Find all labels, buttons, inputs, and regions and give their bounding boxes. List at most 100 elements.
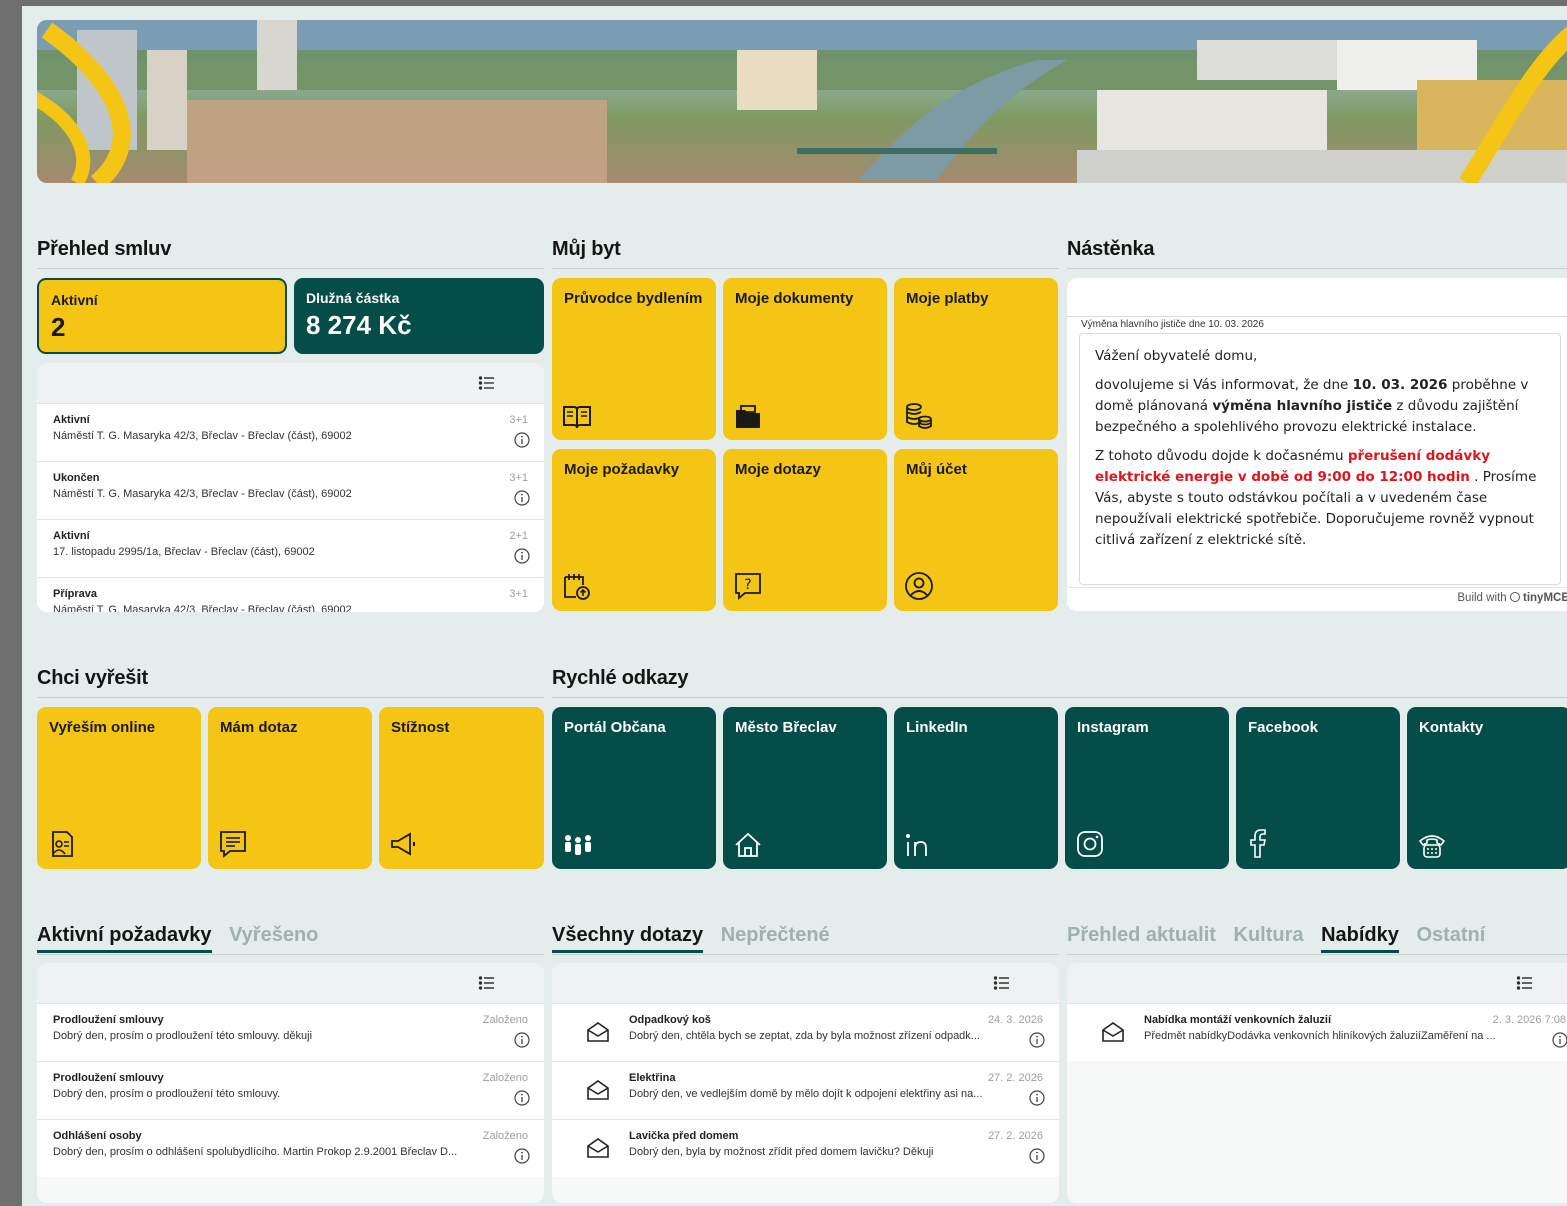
tile-ask-question[interactable]: Mám dotaz bbox=[208, 707, 372, 869]
request-row[interactable]: Prodloužení smlouvy Dobrý den, prosím o … bbox=[37, 1061, 544, 1119]
megaphone-icon bbox=[389, 829, 419, 859]
envelope-open-icon bbox=[586, 1137, 610, 1164]
news-list: Nabídka montáží venkovních žaluzií Předm… bbox=[1067, 963, 1567, 1203]
tile-housing-guide[interactable]: Průvodce bydlením bbox=[552, 278, 716, 440]
question-row[interactable]: Elektřina Dobrý den, ve vedlejším domě b… bbox=[552, 1061, 1059, 1119]
tile-complaint[interactable]: Stížnost bbox=[379, 707, 544, 869]
tab-news-overview[interactable]: Přehled aktualit bbox=[1067, 924, 1216, 946]
tab-offers[interactable]: Nabídky bbox=[1321, 924, 1399, 953]
questions-tabs: Všechny dotazy Nepřečtené bbox=[552, 924, 842, 953]
contract-status: Příprava bbox=[53, 588, 98, 600]
tab-culture[interactable]: Kultura bbox=[1234, 924, 1304, 946]
my-flat-title: Můj byt bbox=[552, 238, 621, 260]
solve-title: Chci vyřešit bbox=[37, 667, 148, 689]
request-title: Prodloužení smlouvy bbox=[53, 1014, 164, 1026]
request-text: Dobrý den, prosím o prodloužení této sml… bbox=[53, 1088, 281, 1100]
notice-board: Výměna hlavního jističe dne 10. 03. 2026… bbox=[1067, 278, 1567, 611]
request-status: Založeno bbox=[482, 1130, 528, 1142]
questions-list: Odpadkový koš Dobrý den, chtěla bych se … bbox=[552, 963, 1059, 1203]
envelope-open-icon bbox=[586, 1079, 610, 1106]
contract-row[interactable]: Ukončen Náměstí T. G. Masaryka 42/3, Bře… bbox=[37, 461, 544, 519]
tile-facebook[interactable]: Facebook bbox=[1236, 707, 1400, 869]
news-title: Nabídka montáží venkovních žaluzií bbox=[1144, 1014, 1332, 1026]
news-toolbar bbox=[1067, 963, 1567, 1003]
question-title: Lavička před domem bbox=[629, 1130, 739, 1142]
tile-linkedin[interactable]: LinkedIn bbox=[894, 707, 1058, 869]
info-icon[interactable] bbox=[514, 1148, 530, 1169]
news-row[interactable]: Nabídka montáží venkovních žaluzií Předm… bbox=[1067, 1003, 1567, 1061]
divider bbox=[1067, 268, 1567, 269]
book-icon bbox=[562, 404, 592, 430]
info-icon[interactable] bbox=[514, 490, 530, 511]
tile-label: Moje dokumenty bbox=[735, 290, 854, 307]
tile-citizen-portal[interactable]: Portál Občana bbox=[552, 707, 716, 869]
info-icon[interactable] bbox=[514, 548, 530, 569]
filter-list-icon[interactable] bbox=[478, 374, 496, 397]
tinymce-branding[interactable]: Build with tinyMCE bbox=[1457, 592, 1567, 604]
linkedin-icon bbox=[904, 831, 936, 859]
info-icon[interactable] bbox=[1029, 1148, 1045, 1169]
question-row[interactable]: Lavička před domem Dobrý den, byla by mo… bbox=[552, 1119, 1059, 1177]
tab-resolved[interactable]: Vyřešeno bbox=[229, 924, 318, 946]
tab-unread[interactable]: Nepřečtené bbox=[721, 924, 830, 946]
request-status: Založeno bbox=[482, 1014, 528, 1026]
news-tabs: Přehled aktualit Kultura Nabídky Ostatní bbox=[1067, 924, 1497, 953]
filter-list-icon[interactable] bbox=[993, 974, 1011, 997]
requests-toolbar bbox=[37, 963, 544, 1003]
question-text: Dobrý den, chtěla bych se zeptat, zda by… bbox=[629, 1030, 980, 1042]
instagram-icon bbox=[1075, 829, 1105, 859]
contract-address: Náměstí T. G. Masaryka 42/3, Břeclav - B… bbox=[53, 430, 352, 442]
filter-list-icon[interactable] bbox=[478, 974, 496, 997]
active-contracts-card[interactable]: Aktivní 2 bbox=[37, 278, 287, 354]
divider bbox=[37, 268, 544, 269]
info-icon[interactable] bbox=[1029, 1090, 1045, 1111]
question-title: Elektřina bbox=[629, 1072, 676, 1084]
request-row[interactable]: Prodloužení smlouvy Dobrý den, prosím o … bbox=[37, 1003, 544, 1061]
question-row[interactable]: Odpadkový koš Dobrý den, chtěla bych se … bbox=[552, 1003, 1059, 1061]
request-text: Dobrý den, prosím o prodloužení této sml… bbox=[53, 1030, 313, 1042]
contract-row[interactable]: Příprava Náměstí T. G. Masaryka 42/3, Bř… bbox=[37, 577, 544, 612]
notice-content: Vážení obyvatelé domu, dovolujeme si Vás… bbox=[1079, 333, 1561, 585]
tab-other[interactable]: Ostatní bbox=[1416, 924, 1485, 946]
tile-my-requests[interactable]: Moje požadavky bbox=[552, 449, 716, 611]
contract-size: 3+1 bbox=[509, 472, 528, 484]
debt-card[interactable]: Dlužná částka 8 274 Kč bbox=[294, 278, 544, 354]
tile-city-breclav[interactable]: Město Břeclav bbox=[723, 707, 887, 869]
news-date: 2. 3. 2026 7:08 bbox=[1492, 1014, 1566, 1026]
questions-toolbar bbox=[552, 963, 1059, 1003]
active-count: 2 bbox=[51, 312, 66, 342]
info-icon[interactable] bbox=[514, 1032, 530, 1053]
tab-active-requests[interactable]: Aktivní požadavky bbox=[37, 924, 212, 953]
contracts-toolbar bbox=[37, 363, 544, 403]
contract-size: 3+1 bbox=[509, 588, 528, 600]
contracts-title: Přehled smluv bbox=[37, 238, 172, 260]
tile-solve-online[interactable]: Vyřeším online bbox=[37, 707, 201, 869]
divider bbox=[1067, 316, 1567, 317]
tile-my-account[interactable]: Můj účet bbox=[894, 449, 1058, 611]
svg-text:?: ? bbox=[744, 577, 751, 593]
contract-row[interactable]: Aktivní Náměstí T. G. Masaryka 42/3, Bře… bbox=[37, 403, 544, 461]
contract-row[interactable]: Aktivní 17. listopadu 2995/1a, Břeclav -… bbox=[37, 519, 544, 577]
home-icon bbox=[733, 831, 763, 859]
info-icon[interactable] bbox=[1029, 1032, 1045, 1053]
request-row[interactable]: Odhlášení osoby Dobrý den, prosím o odhl… bbox=[37, 1119, 544, 1177]
tile-label: Průvodce bydlením bbox=[564, 290, 703, 307]
filter-list-icon[interactable] bbox=[1516, 974, 1534, 997]
notice-title: Výměna hlavního jističe dne 10. 03. 2026 bbox=[1081, 319, 1264, 330]
info-icon[interactable] bbox=[514, 432, 530, 453]
contract-status: Ukončen bbox=[53, 472, 100, 484]
tile-label: Město Břeclav bbox=[735, 719, 837, 736]
tile-label: Moje dotazy bbox=[735, 461, 821, 478]
divider bbox=[552, 954, 1059, 955]
tile-contacts[interactable]: Kontakty bbox=[1407, 707, 1567, 869]
info-icon[interactable] bbox=[514, 1090, 530, 1111]
tile-my-documents[interactable]: Moje dokumenty bbox=[723, 278, 887, 440]
tile-my-payments[interactable]: Moje platby bbox=[894, 278, 1058, 440]
debt-amount: 8 274 Kč bbox=[306, 310, 412, 340]
requests-list: Prodloužení smlouvy Dobrý den, prosím o … bbox=[37, 963, 544, 1203]
board-title: Nástěnka bbox=[1067, 238, 1155, 260]
tile-my-questions[interactable]: Moje dotazy ? bbox=[723, 449, 887, 611]
tile-instagram[interactable]: Instagram bbox=[1065, 707, 1229, 869]
info-icon[interactable] bbox=[1552, 1032, 1567, 1053]
tab-all-questions[interactable]: Všechny dotazy bbox=[552, 924, 704, 953]
